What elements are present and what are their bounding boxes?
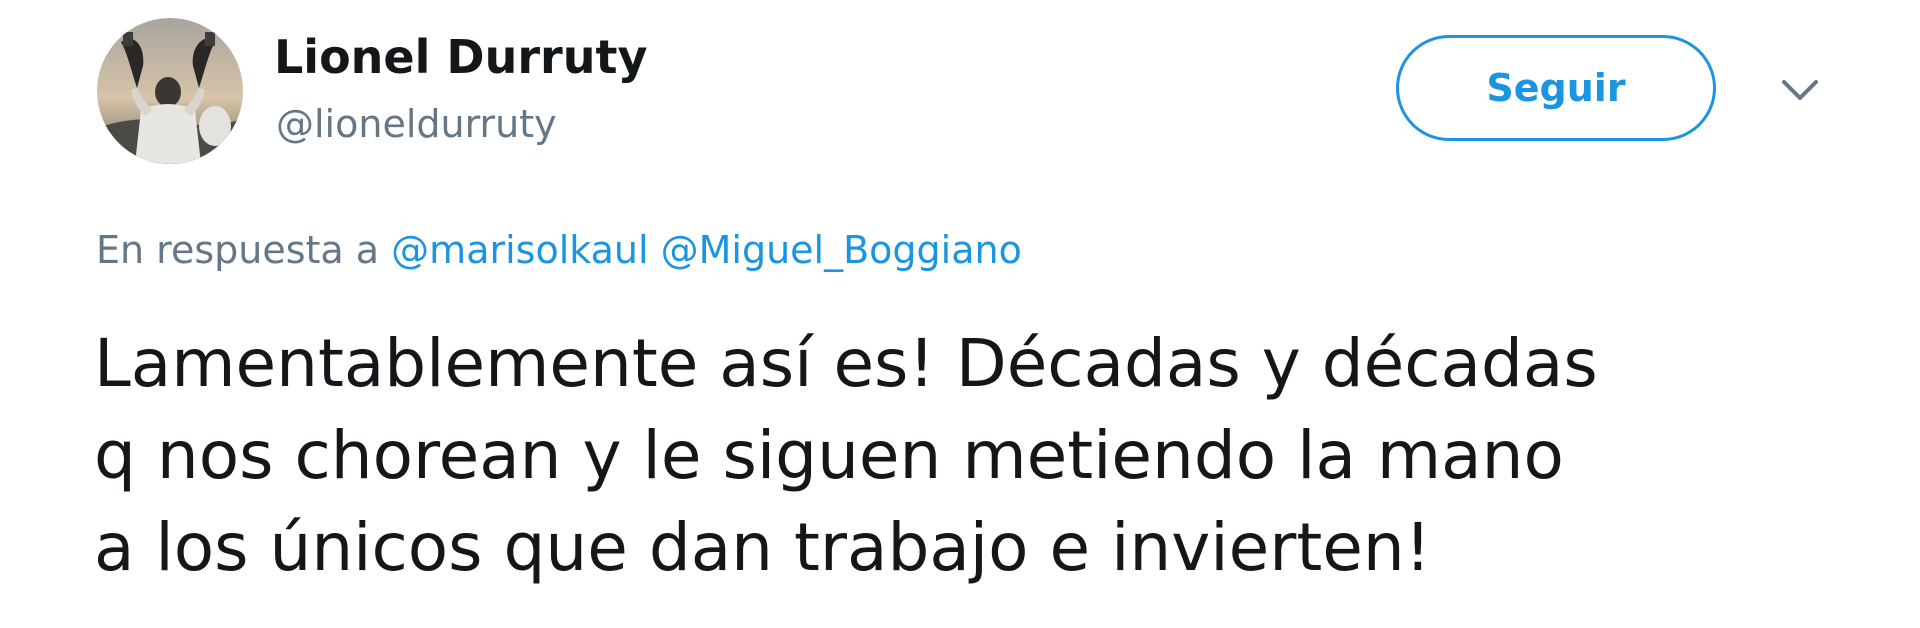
- chevron-down-icon[interactable]: [1778, 72, 1822, 108]
- display-name[interactable]: Lionel Durruty: [274, 26, 647, 88]
- avatar[interactable]: [97, 18, 243, 164]
- avatar-photo: [97, 18, 243, 164]
- tweet-card: Lionel Durruty @lioneldurruty Seguir En …: [0, 0, 1920, 628]
- tweet-text-line: Lamentablemente así es! Décadas y década…: [94, 325, 1598, 402]
- tweet-text: Lamentablemente así es! Décadas y década…: [94, 318, 1894, 594]
- reply-prefix: En respuesta a: [96, 228, 380, 272]
- mention-link[interactable]: @Miguel_Boggiano: [661, 228, 1022, 272]
- follow-button-label: Seguir: [1486, 66, 1626, 110]
- tweet-text-line: q nos chorean y le siguen metiendo la ma…: [94, 417, 1564, 494]
- reply-context: En respuesta a @marisolkaul @Miguel_Bogg…: [96, 224, 1022, 276]
- mention-link[interactable]: @marisolkaul: [391, 228, 648, 272]
- follow-button[interactable]: Seguir: [1396, 35, 1716, 141]
- user-handle[interactable]: @lioneldurruty: [276, 98, 557, 150]
- tweet-text-line: a los únicos que dan trabajo e invierten…: [94, 509, 1432, 586]
